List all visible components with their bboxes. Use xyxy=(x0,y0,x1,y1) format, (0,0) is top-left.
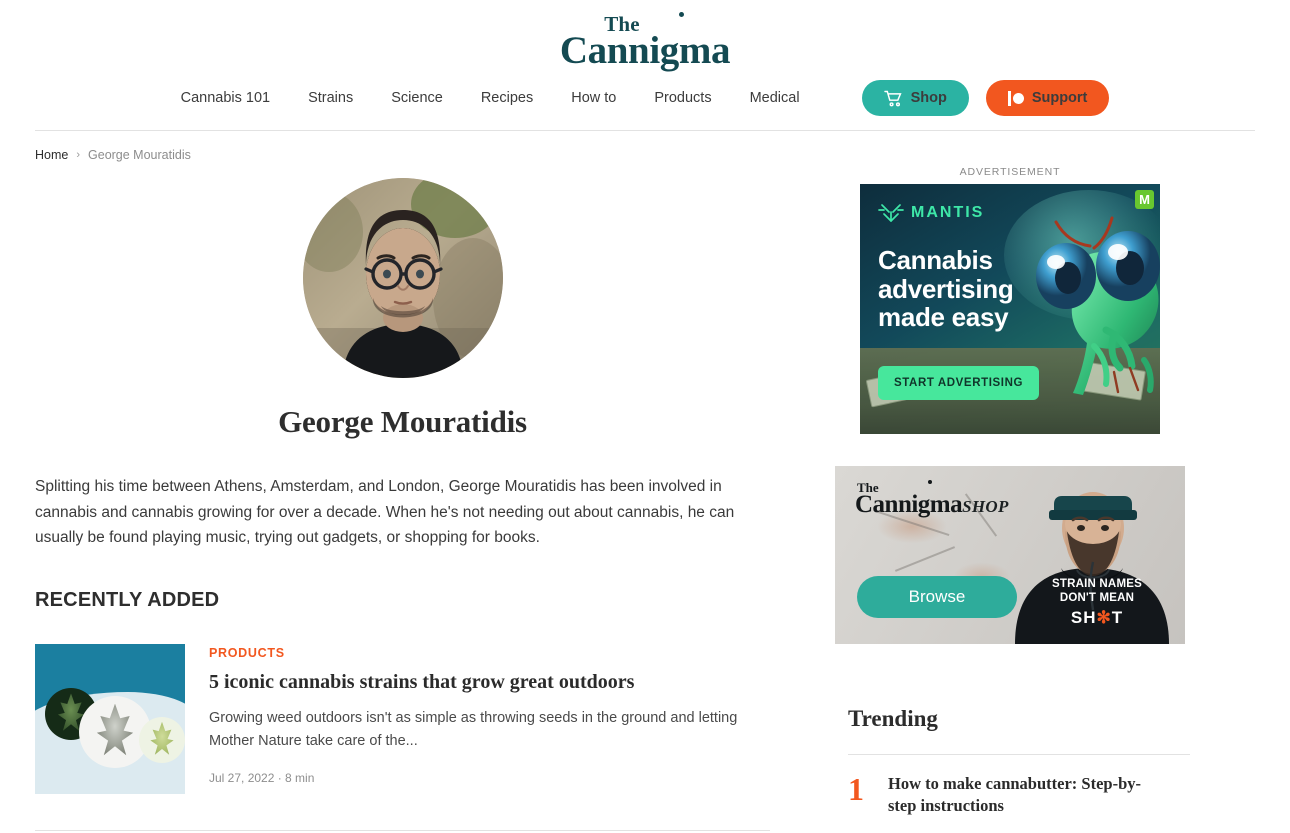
mantis-advertisement[interactable]: MANTIS Cannabis advertising made easy ST… xyxy=(860,184,1160,434)
avatar xyxy=(302,178,503,378)
nav-item-how-to[interactable]: How to xyxy=(571,90,616,106)
chevron-right-icon: › xyxy=(76,149,81,161)
nav-item-recipes[interactable]: Recipes xyxy=(481,90,533,106)
support-button[interactable]: Support xyxy=(985,80,1110,116)
ad-headline-line2: advertising xyxy=(878,273,1014,304)
patreon-icon xyxy=(1007,90,1024,106)
shop-banner-logo: The Cannigma SHOP xyxy=(855,480,1009,518)
breadcrumb: Home › George Mouratidis xyxy=(0,131,1290,162)
mantis-logo-icon xyxy=(878,204,904,222)
author-avatar-wrap xyxy=(35,178,770,378)
site-logo[interactable]: The Cannigma xyxy=(0,12,1290,72)
hoodie-line-3-post: T xyxy=(1111,607,1124,627)
nav-item-medical[interactable]: Medical xyxy=(750,90,800,106)
logo-name: Cannigma xyxy=(559,12,731,72)
hoodie-line-2: DON'T MEAN xyxy=(1059,592,1135,605)
mantis-brand: MANTIS xyxy=(878,202,984,224)
author-bio: Splitting his time between Athens, Amste… xyxy=(35,478,735,547)
trending-item[interactable]: 1 How to make cannabutter: Step-by-step … xyxy=(830,755,1190,818)
article-card[interactable]: PRODUCTS 5 iconic cannabis strains that … xyxy=(35,643,770,794)
ad-headline-line1: Cannabis xyxy=(878,245,993,275)
maple-leaf-icon: ✻ xyxy=(1096,607,1112,627)
header-action-buttons: Shop Support xyxy=(861,80,1110,116)
article-excerpt: Growing weed outdoors isn't as simple as… xyxy=(209,709,738,749)
advertisement-label: ADVERTISEMENT xyxy=(959,166,1061,178)
main-navigation: Cannabis 101 Strains Science Recipes How… xyxy=(0,80,1290,130)
nav-item-cannabis-101[interactable]: Cannabis 101 xyxy=(181,90,271,106)
shop-button[interactable]: Shop xyxy=(861,80,969,116)
strain-image-3 xyxy=(139,716,185,763)
trending-heading: Trending xyxy=(848,706,938,731)
logo-text: The Cannigma xyxy=(559,12,731,72)
hoodie-print-text: STRAIN NAMES DON'T MEAN SH✻T xyxy=(1027,577,1167,628)
site-header: The Cannigma Cannabis 101 Strains Scienc… xyxy=(0,0,1290,131)
trending-title-text[interactable]: How to make cannabutter: Step-by-step in… xyxy=(888,773,1150,818)
cannigma-shop-banner[interactable]: The Cannigma SHOP STRAIN NAMES DON'T MEA… xyxy=(835,466,1185,644)
ad-choices-badge[interactable]: M xyxy=(1135,190,1154,209)
hoodie-line-3-pre: SH xyxy=(1070,607,1097,627)
ad-headline: Cannabis advertising made easy xyxy=(878,245,1014,333)
nav-item-science[interactable]: Science xyxy=(391,90,443,106)
page-root: The Cannigma Cannabis 101 Strains Scienc… xyxy=(0,0,1290,833)
page-title: George Mouratidis xyxy=(278,404,527,439)
start-advertising-button[interactable]: START ADVERTISING xyxy=(878,366,1040,400)
content-columns: George Mouratidis Splitting his time bet… xyxy=(0,162,1290,831)
article-thumbnail[interactable] xyxy=(35,643,185,794)
main-content: George Mouratidis Splitting his time bet… xyxy=(35,162,830,831)
hoodie-line-1: STRAIN NAMES xyxy=(1052,578,1142,590)
article-category[interactable]: PRODUCTS xyxy=(209,646,770,660)
shop-button-label: Shop xyxy=(910,90,947,106)
avatar-portrait-icon xyxy=(302,178,503,378)
cart-icon xyxy=(883,90,903,107)
ad-headline-line3: made easy xyxy=(878,302,1009,333)
breadcrumb-home[interactable]: Home xyxy=(35,148,68,162)
breadcrumb-current: George Mouratidis xyxy=(88,148,191,162)
article-card-body: PRODUCTS 5 iconic cannabis strains that … xyxy=(209,644,770,794)
browse-button[interactable]: Browse xyxy=(857,576,1017,618)
nav-item-strains[interactable]: Strains xyxy=(308,90,353,106)
recently-added-heading: RECENTLY ADDED xyxy=(35,588,220,611)
sidebar: ADVERTISEMENT MANTIS Cannabis advertisin… xyxy=(830,162,1190,831)
article-title[interactable]: 5 iconic cannabis strains that grow grea… xyxy=(209,670,770,695)
mantis-brand-label: MANTIS xyxy=(911,204,985,221)
shop-logo-name: Cannigma xyxy=(855,480,963,518)
article-meta: Jul 27, 2022 · 8 min xyxy=(209,771,315,786)
article-divider xyxy=(35,829,770,831)
hoodie-line-3: SH✻T xyxy=(1027,607,1167,628)
trending-rank: 1 xyxy=(848,771,864,807)
support-button-label: Support xyxy=(1031,90,1088,106)
nav-item-products[interactable]: Products xyxy=(654,90,711,106)
shop-logo-shop: SHOP xyxy=(962,497,1009,516)
